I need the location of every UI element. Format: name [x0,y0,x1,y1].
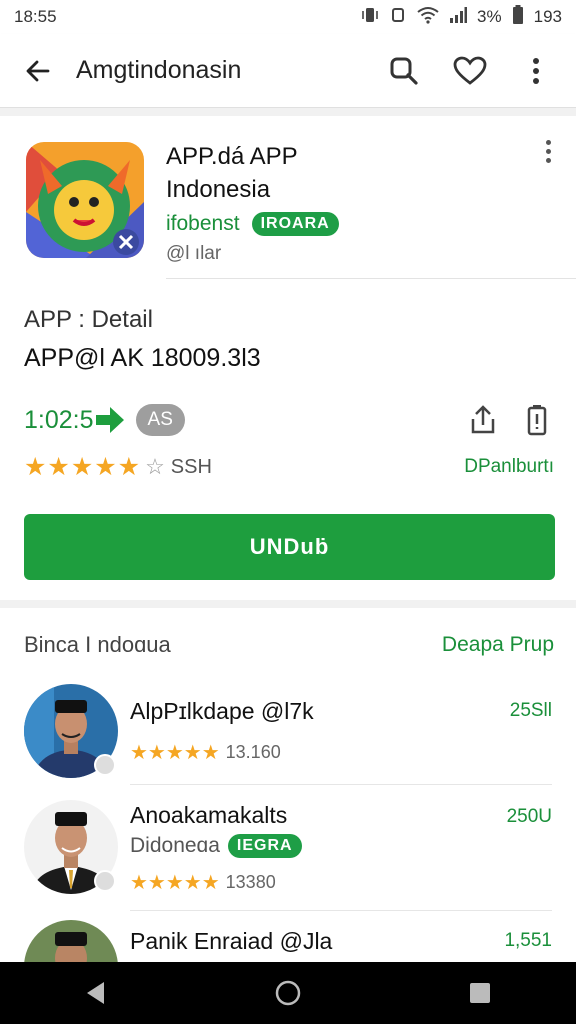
age-rating-pill[interactable]: AS [135,404,185,436]
section-divider [0,108,576,116]
item-size: 25Sll [509,700,552,721]
similar-more-link[interactable]: Deapa Prup [442,633,554,657]
rating-stars: ★★★★★ [24,453,142,481]
battery-percent: 3% [477,7,502,26]
battery-outline-icon [527,405,547,436]
item-name: Anoakamakalts [130,802,288,828]
app-subtag: @l ılar [166,243,222,264]
item-stars: ★★★★★ [130,742,220,764]
detail-version: APP@l AK 18009.3l3 [24,344,261,372]
rating-row: ★★★★★ ☆ SSH DPanlburtı [24,452,554,482]
status-bar: 18:55 3% 193 [0,0,576,34]
install-button[interactable]: UNDuḃ [24,514,555,580]
card-divider [166,278,576,279]
status-time: 18:55 [14,7,57,26]
back-arrow-icon [26,60,50,81]
system-nav-bar [0,962,576,1024]
avatar [24,800,118,894]
list-item[interactable]: AlpPɪlkdape @l7k ★★★★★ 13.160 25Sll [0,680,576,808]
meta-row: 1:02:5 AS [24,400,554,440]
more-vert-icon [533,57,539,84]
status-extra: 193 [533,7,562,26]
app-name-line2: Indonesia [166,176,271,203]
rotate-icon [389,6,407,29]
wifi-icon [417,6,439,29]
avatar [24,920,118,962]
nav-home-icon [275,980,301,1006]
signal-icon [449,6,468,29]
share-icon [471,405,495,434]
item-stars: ★★★★★ [130,872,220,894]
app-name-line1: APP.dá APP [166,143,298,170]
section-divider [0,600,576,608]
more-options-button[interactable] [514,49,558,93]
item-count: 13380 [225,872,276,892]
back-button[interactable] [18,51,58,91]
nav-recents-icon [470,983,490,1003]
vibrate-icon [361,6,379,29]
detail-label: APP : Detail [24,306,153,333]
item-rating: ★★★★★ 13.160 [130,740,281,765]
battery-icon [512,4,524,30]
app-icon [26,142,144,258]
item-name: Panik Enraiad @Jla [130,928,333,954]
item-rating: ★★★★★ 13380 [130,870,276,895]
nav-recents-button[interactable] [458,971,502,1015]
item-subtitle: Didoneɑa [130,834,220,857]
item-subtitle-row: Didoneɑa IEGRA [130,834,302,858]
similar-title: Binca I ndoɑua [24,632,171,657]
item-size: 250U [506,806,552,827]
avatar [24,684,118,778]
wishlist-button[interactable] [448,49,492,93]
app-logo-icon [26,142,144,258]
developer-row: ifobenst IROARA [166,212,339,236]
battery-outline-button[interactable] [520,403,554,437]
item-divider [130,784,552,785]
verified-badge-icon [94,754,116,776]
search-button[interactable] [382,49,426,93]
app-size: 1:02:5 [24,405,94,434]
more-dot [545,158,551,163]
status-badge: IEGRA [227,834,302,858]
list-item[interactable]: Panik Enraiad @Jla 1,551 [0,918,576,962]
nav-back-button[interactable] [74,971,118,1015]
app-more-button[interactable] [540,140,556,168]
developer-name[interactable]: ifobenst [166,212,240,236]
app-bar: Amgtindonasin [0,34,576,108]
rating-link[interactable]: DPanlburtı [464,456,554,478]
item-divider [130,910,552,911]
item-name: AlpPɪlkdape @l7k [130,698,314,724]
nav-home-button[interactable] [266,971,310,1015]
list-item[interactable]: Anoakamakalts Didoneɑa IEGRA ★★★★★ 13380… [0,798,576,926]
rating-count: SSH [170,455,212,478]
status-icons: 3% 193 [361,4,562,30]
verified-badge-icon [94,870,116,892]
similar-header: Binca I ndoɑua Deapa Prup [24,632,554,658]
more-dot [545,140,551,145]
app-name: APP.dá APP Indonesia [166,140,506,206]
search-icon [390,57,418,85]
more-dot [545,149,551,154]
nav-back-icon [87,982,104,1004]
heart-icon [453,56,487,85]
page-title: Amgtindonasin [76,56,242,84]
empty-star-icon: ☆ [145,454,165,479]
arrow-right-icon [95,407,124,433]
person-avatar-icon [24,920,118,962]
status-badge: IROARA [251,212,339,236]
item-count: 13.160 [225,742,281,762]
share-button[interactable] [466,403,500,437]
item-size: 1,551 [504,930,552,951]
